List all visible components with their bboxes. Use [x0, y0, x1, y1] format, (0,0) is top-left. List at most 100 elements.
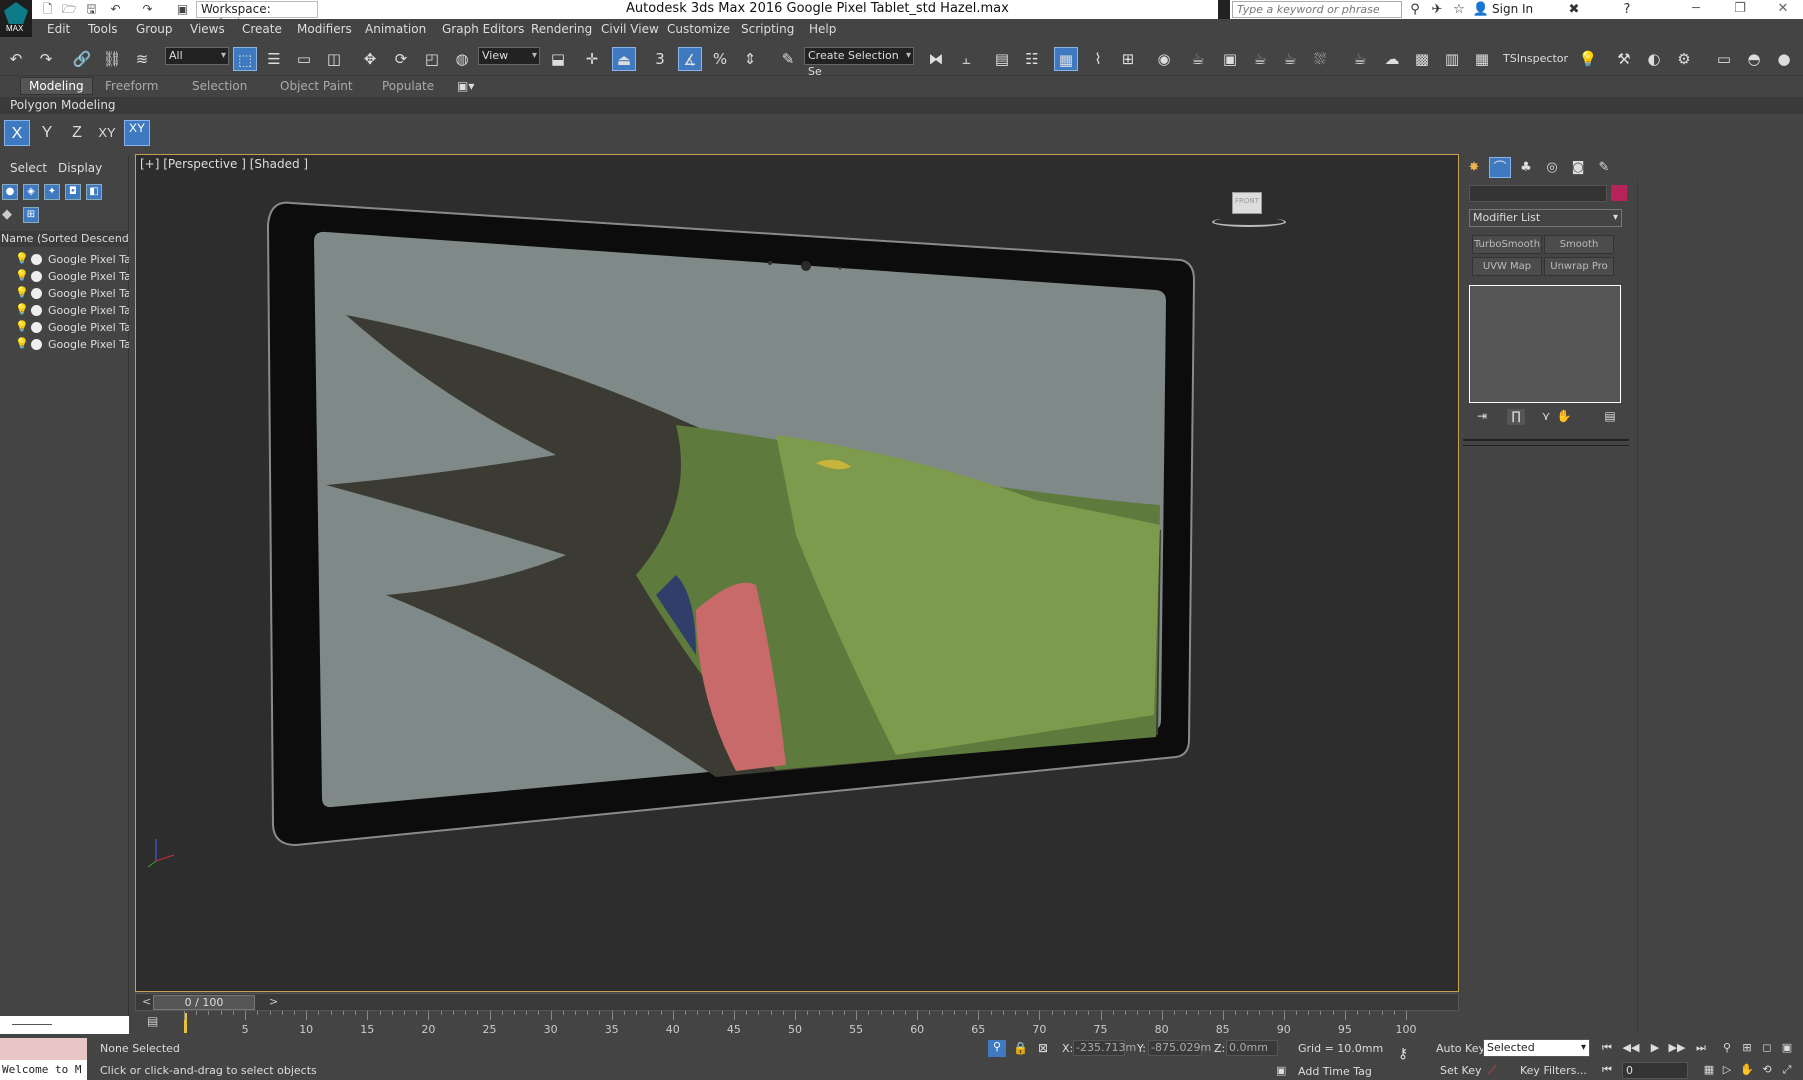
viewcube[interactable]: FRONT: [1232, 192, 1262, 214]
zoom-all-icon[interactable]: ⊞: [1738, 1039, 1756, 1057]
ribbon-options-icon[interactable]: ▣▾: [457, 79, 474, 93]
maxscript-listener-input[interactable]: [0, 1038, 87, 1060]
select-by-name-icon[interactable]: ☰: [262, 47, 286, 71]
make-unique-icon[interactable]: ⋎: [1537, 409, 1555, 425]
open-mini-curve-editor-icon[interactable]: ▤: [147, 1014, 158, 1028]
go-to-end-icon[interactable]: ⏭: [1692, 1039, 1710, 1057]
project-folder-icon[interactable]: ▣: [175, 2, 190, 16]
layer-explorer-icon[interactable]: ☷: [1020, 47, 1044, 71]
favorites-icon[interactable]: ☆: [1450, 1, 1468, 18]
link-icon[interactable]: 🔗: [70, 47, 94, 71]
zoom-extents-all-icon[interactable]: ▣: [1778, 1039, 1796, 1057]
axis-xy-button[interactable]: XY: [94, 120, 120, 146]
object-name-field[interactable]: [1469, 185, 1607, 202]
render-production-icon[interactable]: ☕: [1248, 47, 1272, 71]
modifier-list-dropdown[interactable]: Modifier List: [1469, 209, 1622, 227]
time-slider-next[interactable]: >: [269, 995, 278, 1008]
visibility-icon[interactable]: [31, 271, 42, 282]
explorer-tab-select[interactable]: Select: [10, 161, 47, 175]
unwrap-pro-button[interactable]: Unwrap Pro: [1544, 257, 1614, 276]
ribbon-tab-selection[interactable]: Selection: [192, 79, 247, 93]
ribbon-tab-freeform[interactable]: Freeform: [105, 79, 158, 93]
visibility-icon[interactable]: [31, 305, 42, 316]
scale-icon[interactable]: ◰: [420, 47, 444, 71]
window-crossing-icon[interactable]: ◫: [322, 47, 346, 71]
explorer-row[interactable]: 💡 Google Pixel Tablet: [0, 319, 129, 336]
polygon-modeling-panel[interactable]: Polygon Modeling: [10, 98, 116, 112]
redo-icon[interactable]: ↷: [140, 2, 155, 16]
menu-customize[interactable]: Customize: [667, 22, 730, 36]
display-helpers-icon[interactable]: ◧: [86, 184, 102, 200]
maximize-viewport-icon[interactable]: ⤢: [1778, 1061, 1796, 1079]
pin-stack-icon[interactable]: ⇥: [1473, 409, 1491, 425]
auto-key-button[interactable]: Auto Key: [1436, 1042, 1485, 1055]
undo-icon[interactable]: ↶: [108, 2, 123, 16]
help-search-input[interactable]: Type a keyword or phrase: [1232, 1, 1402, 18]
undo-icon[interactable]: ↶: [4, 47, 28, 71]
smooth-button[interactable]: Smooth: [1544, 235, 1614, 254]
add-time-tag[interactable]: Add Time Tag: [1298, 1065, 1372, 1078]
hierarchy-tab-icon[interactable]: ♣: [1515, 157, 1537, 178]
ribbon-tab-modeling[interactable]: Modeling: [20, 77, 93, 95]
x-coord-field[interactable]: -235.713m: [1073, 1040, 1136, 1056]
axis-z-button[interactable]: Z: [64, 120, 90, 146]
z-coord-field[interactable]: 0.0mm: [1226, 1040, 1278, 1056]
sort-by-hierarchy-icon[interactable]: ⊞: [23, 207, 39, 223]
restore-icon[interactable]: ❐: [1720, 0, 1760, 19]
key-filters-button[interactable]: Key Filters...: [1520, 1064, 1587, 1077]
track-bar[interactable]: ▤ 5 10 15 20 25 30 35 40 45 50 55 60 65 70 75 80 85 90 95 1…: [135, 1011, 1459, 1037]
schematic-view-icon[interactable]: ⊞: [1116, 47, 1140, 71]
modifier-stack[interactable]: [1469, 285, 1621, 403]
edit-named-selection-icon[interactable]: ✎: [776, 47, 800, 71]
menu-help[interactable]: Help: [809, 22, 836, 36]
plugin-icon[interactable]: ⚒: [1612, 47, 1636, 71]
create-tab-icon[interactable]: ✸: [1463, 157, 1485, 178]
modify-tab-icon[interactable]: ⌒: [1489, 157, 1511, 178]
rotate-icon[interactable]: ⟳: [389, 47, 413, 71]
selection-lock-icon[interactable]: 🔒: [1013, 1041, 1028, 1055]
pivot-center-icon[interactable]: ⬓: [546, 47, 570, 71]
explorer-row[interactable]: 💡 Google Pixel Tablet: [0, 302, 129, 319]
dome-icon[interactable]: ◓: [1742, 47, 1766, 71]
turbosmooth-button[interactable]: TurboSmooth: [1472, 235, 1542, 254]
binoculars-icon[interactable]: ⚲: [1406, 1, 1424, 18]
menu-tools[interactable]: Tools: [88, 22, 118, 36]
menu-rendering[interactable]: Rendering: [531, 22, 592, 36]
subscription-icon[interactable]: ✈: [1428, 1, 1446, 18]
display-tab-icon[interactable]: ◙: [1567, 157, 1589, 178]
axis-y-button[interactable]: Y: [34, 120, 60, 146]
keyboard-shortcut-override-icon[interactable]: ⏏: [612, 47, 636, 71]
align-icon[interactable]: ⫠: [954, 47, 978, 71]
visibility-icon[interactable]: [31, 288, 42, 299]
set-key-button[interactable]: Set Key: [1440, 1064, 1482, 1077]
display-shapes-icon[interactable]: ◈: [23, 184, 39, 200]
folder-icon[interactable]: ▭: [1712, 47, 1736, 71]
axis-x-button[interactable]: X: [4, 120, 30, 146]
isolate-selection-icon[interactable]: ⚲: [988, 1040, 1006, 1057]
go-to-start-icon[interactable]: ⏮: [1598, 1039, 1616, 1057]
time-slider-knob[interactable]: 0 / 100: [153, 995, 255, 1010]
light-bulb-icon[interactable]: 💡: [15, 286, 29, 299]
display-lights-icon[interactable]: ✦: [44, 184, 60, 200]
play-icon[interactable]: ▶: [1646, 1039, 1664, 1057]
close-icon[interactable]: ✕: [1763, 0, 1803, 19]
viewcube-compass-ring[interactable]: [1212, 217, 1286, 227]
motion-tab-icon[interactable]: ◎: [1541, 157, 1563, 178]
calculator-icon[interactable]: ▥: [1440, 47, 1464, 71]
light-bulb-icon[interactable]: 💡: [15, 303, 29, 316]
next-frame-icon[interactable]: ▶▶: [1668, 1039, 1686, 1057]
help-icon[interactable]: ?: [1618, 1, 1636, 18]
selection-filter-dropdown[interactable]: All: [165, 47, 229, 65]
placement-icon[interactable]: ◍: [450, 47, 474, 71]
cloud-icon[interactable]: ☁: [1380, 47, 1404, 71]
configure-modifier-sets-icon[interactable]: ▤: [1601, 409, 1619, 425]
layers-icon[interactable]: ◆: [2, 207, 12, 222]
utilities-tab-icon[interactable]: ✎: [1593, 157, 1615, 178]
previous-frame-icon[interactable]: ◀◀: [1622, 1039, 1640, 1057]
percent-snap-icon[interactable]: %: [708, 47, 732, 71]
curve-editor-icon[interactable]: ⌇: [1086, 47, 1110, 71]
light-bulb-icon[interactable]: 💡: [15, 337, 29, 350]
explorer-row[interactable]: 💡 Google Pixel Tablet: [0, 285, 129, 302]
key-icon[interactable]: ⚷: [1398, 1046, 1408, 1062]
menu-create[interactable]: Create: [242, 22, 282, 36]
